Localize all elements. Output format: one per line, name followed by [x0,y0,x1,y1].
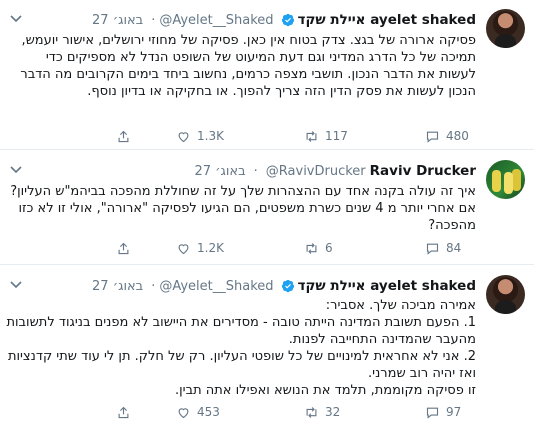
display-name[interactable]: איילת שקד ayelet shaked [298,12,476,28]
like-count: 453 [197,405,220,419]
tweet-date[interactable]: 27 באוג׳ [92,279,143,294]
avatar[interactable] [486,160,525,199]
share-button[interactable] [116,239,131,257]
chevron-down-icon[interactable] [8,13,24,25]
separator-dot: · [151,278,156,294]
reply-button[interactable]: 480 [425,127,469,145]
tweet-actions: 480 117 1.3K [0,127,534,145]
tweet-text: איך זה עולה בקנה אחד עם ההצהרות שלך על ז… [6,184,476,233]
verified-badge-icon [281,279,294,293]
tweet-text: פסיקה ארורה של בגצ. צדק בטוח אין כאן. פס… [16,33,476,99]
like-button[interactable]: 1.3K [176,127,224,145]
avatar[interactable] [486,9,525,48]
reply-icon [426,243,439,255]
chevron-down-icon[interactable] [8,279,24,291]
tweet-actions: 97 32 453 [0,403,534,421]
reply-icon [426,131,439,143]
display-name[interactable]: איילת שקד ayelet shaked [298,278,476,294]
tweet-header: Raviv Drucker @RavivDrucker · 27 באוג׳ [194,162,476,180]
tweet-header: איילת שקד ayelet shaked @Ayelet__Shaked … [92,11,476,29]
reply-button[interactable]: 97 [425,403,461,421]
tweet-date[interactable]: 27 באוג׳ [92,13,143,28]
tweet[interactable]: Raviv Drucker @RavivDrucker · 27 באוג׳ א… [0,151,534,265]
separator-dot: · [151,12,156,28]
share-icon [118,406,129,418]
reply-count: 84 [446,241,462,255]
user-handle[interactable]: @RavivDrucker [266,164,366,179]
share-button[interactable] [116,403,131,421]
verified-badge-icon [281,13,294,27]
like-button[interactable]: 1.2K [176,239,224,257]
user-handle[interactable]: @Ayelet__Shaked [159,279,273,294]
tweet-date[interactable]: 27 באוג׳ [194,164,245,179]
retweet-count: 6 [325,241,333,255]
retweet-icon [306,130,317,142]
retweet-count: 117 [325,129,348,143]
avatar[interactable] [486,275,525,314]
like-icon [178,407,189,418]
reply-button[interactable]: 84 [425,239,461,257]
share-button[interactable] [116,127,131,145]
separator-dot: · [253,163,258,179]
reply-icon [426,407,439,419]
display-name[interactable]: Raviv Drucker [370,163,476,179]
like-button[interactable]: 453 [176,403,220,421]
retweet-button[interactable]: 6 [304,239,333,257]
reply-count: 97 [446,405,462,419]
retweet-icon [306,242,317,254]
reply-count: 480 [446,129,469,143]
tweet-text: אמירה מביכה שלך. אסביר: 1. הפעם תשובת המ… [6,298,476,398]
share-icon [118,242,129,254]
tweet-header: איילת שקד ayelet shaked @Ayelet__Shaked … [92,277,476,295]
share-icon [118,130,129,142]
like-count: 1.2K [197,241,224,255]
tweet[interactable]: איילת שקד ayelet shaked @Ayelet__Shaked … [0,266,534,427]
retweet-button[interactable]: 117 [304,127,348,145]
chevron-down-icon[interactable] [8,164,24,176]
retweet-count: 32 [325,405,341,419]
like-icon [178,131,189,142]
retweet-icon [306,406,317,418]
tweet[interactable]: איילת שקד ayelet shaked @Ayelet__Shaked … [0,0,534,150]
user-handle[interactable]: @Ayelet__Shaked [159,13,273,28]
like-icon [178,243,189,254]
tweet-actions: 84 6 1.2K [0,239,534,257]
retweet-button[interactable]: 32 [304,403,340,421]
like-count: 1.3K [197,129,224,143]
